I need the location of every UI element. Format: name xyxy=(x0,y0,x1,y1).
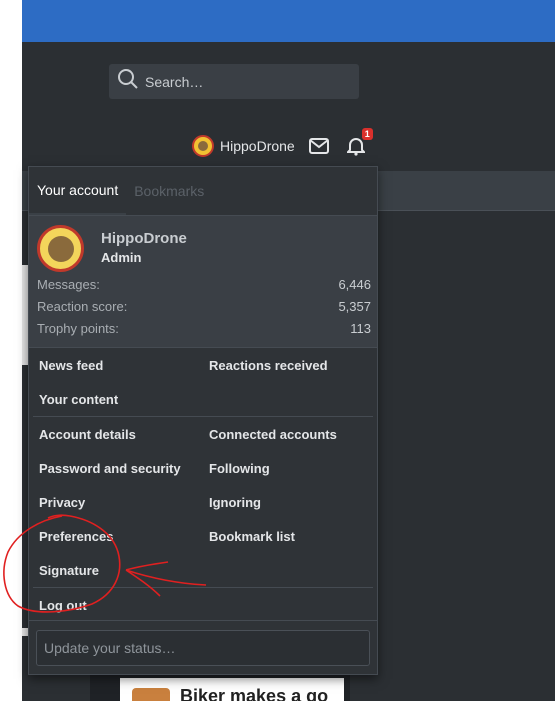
search-box[interactable]: Search… xyxy=(109,64,359,99)
link-ignoring[interactable]: Ignoring xyxy=(203,495,373,510)
user-nav: HippoDrone 1 xyxy=(192,128,373,160)
tab-your-account[interactable]: Your account xyxy=(29,167,127,215)
profile-summary: HippoDrone Admin Messages: 6,446 Reactio… xyxy=(29,216,377,348)
link-preferences[interactable]: Preferences xyxy=(33,529,203,544)
account-links-group-2: Account details Connected accounts Passw… xyxy=(29,417,377,587)
account-menu-tabs: Your account Bookmarks xyxy=(29,167,377,216)
bell-icon[interactable]: 1 xyxy=(346,128,373,156)
logout-group: Log out xyxy=(29,588,377,622)
stat-trophy-points: Trophy points: 113 xyxy=(37,321,371,336)
stat-messages: Messages: 6,446 xyxy=(37,277,371,292)
link-account-details[interactable]: Account details xyxy=(33,427,203,442)
status-update-area: Update your status… xyxy=(29,620,377,674)
envelope-icon[interactable] xyxy=(308,138,329,154)
profile-name[interactable]: HippoDrone xyxy=(101,230,187,247)
nav-username[interactable]: HippoDrone xyxy=(220,138,295,154)
background-article-card[interactable]: Biker makes a go xyxy=(120,678,344,701)
alerts-badge: 1 xyxy=(361,128,373,140)
profile-role: Admin xyxy=(101,250,142,265)
account-links-group-1: News feed Reactions received Your conten… xyxy=(29,348,377,416)
stat-label: Trophy points: xyxy=(37,321,119,336)
status-input[interactable]: Update your status… xyxy=(36,630,370,666)
account-menu: Your account Bookmarks HippoDrone Admin … xyxy=(28,166,378,675)
avatar[interactable] xyxy=(37,225,84,272)
link-password-security[interactable]: Password and security xyxy=(33,461,203,476)
tab-bookmarks[interactable]: Bookmarks xyxy=(126,167,212,215)
link-your-content[interactable]: Your content xyxy=(33,392,208,407)
stat-value: 113 xyxy=(350,321,371,336)
link-signature[interactable]: Signature xyxy=(33,563,208,578)
stat-label: Messages: xyxy=(37,277,100,292)
search-placeholder: Search… xyxy=(145,73,204,90)
link-connected-accounts[interactable]: Connected accounts xyxy=(203,427,373,442)
search-icon xyxy=(117,68,139,95)
article-teaser: Biker makes a go xyxy=(180,686,329,701)
link-following[interactable]: Following xyxy=(203,461,373,476)
link-bookmark-list[interactable]: Bookmark list xyxy=(203,529,373,544)
article-thumbnail xyxy=(132,688,170,701)
stat-value: 6,446 xyxy=(338,277,371,292)
stat-reaction-score: Reaction score: 5,357 xyxy=(37,299,371,314)
stat-value: 5,357 xyxy=(338,299,371,314)
link-privacy[interactable]: Privacy xyxy=(33,495,203,510)
link-news-feed[interactable]: News feed xyxy=(33,358,203,373)
stat-label: Reaction score: xyxy=(37,299,128,314)
logout-link[interactable]: Log out xyxy=(33,598,208,613)
link-reactions-received[interactable]: Reactions received xyxy=(203,358,373,373)
site-header-bar xyxy=(22,0,555,42)
avatar[interactable] xyxy=(192,135,214,157)
